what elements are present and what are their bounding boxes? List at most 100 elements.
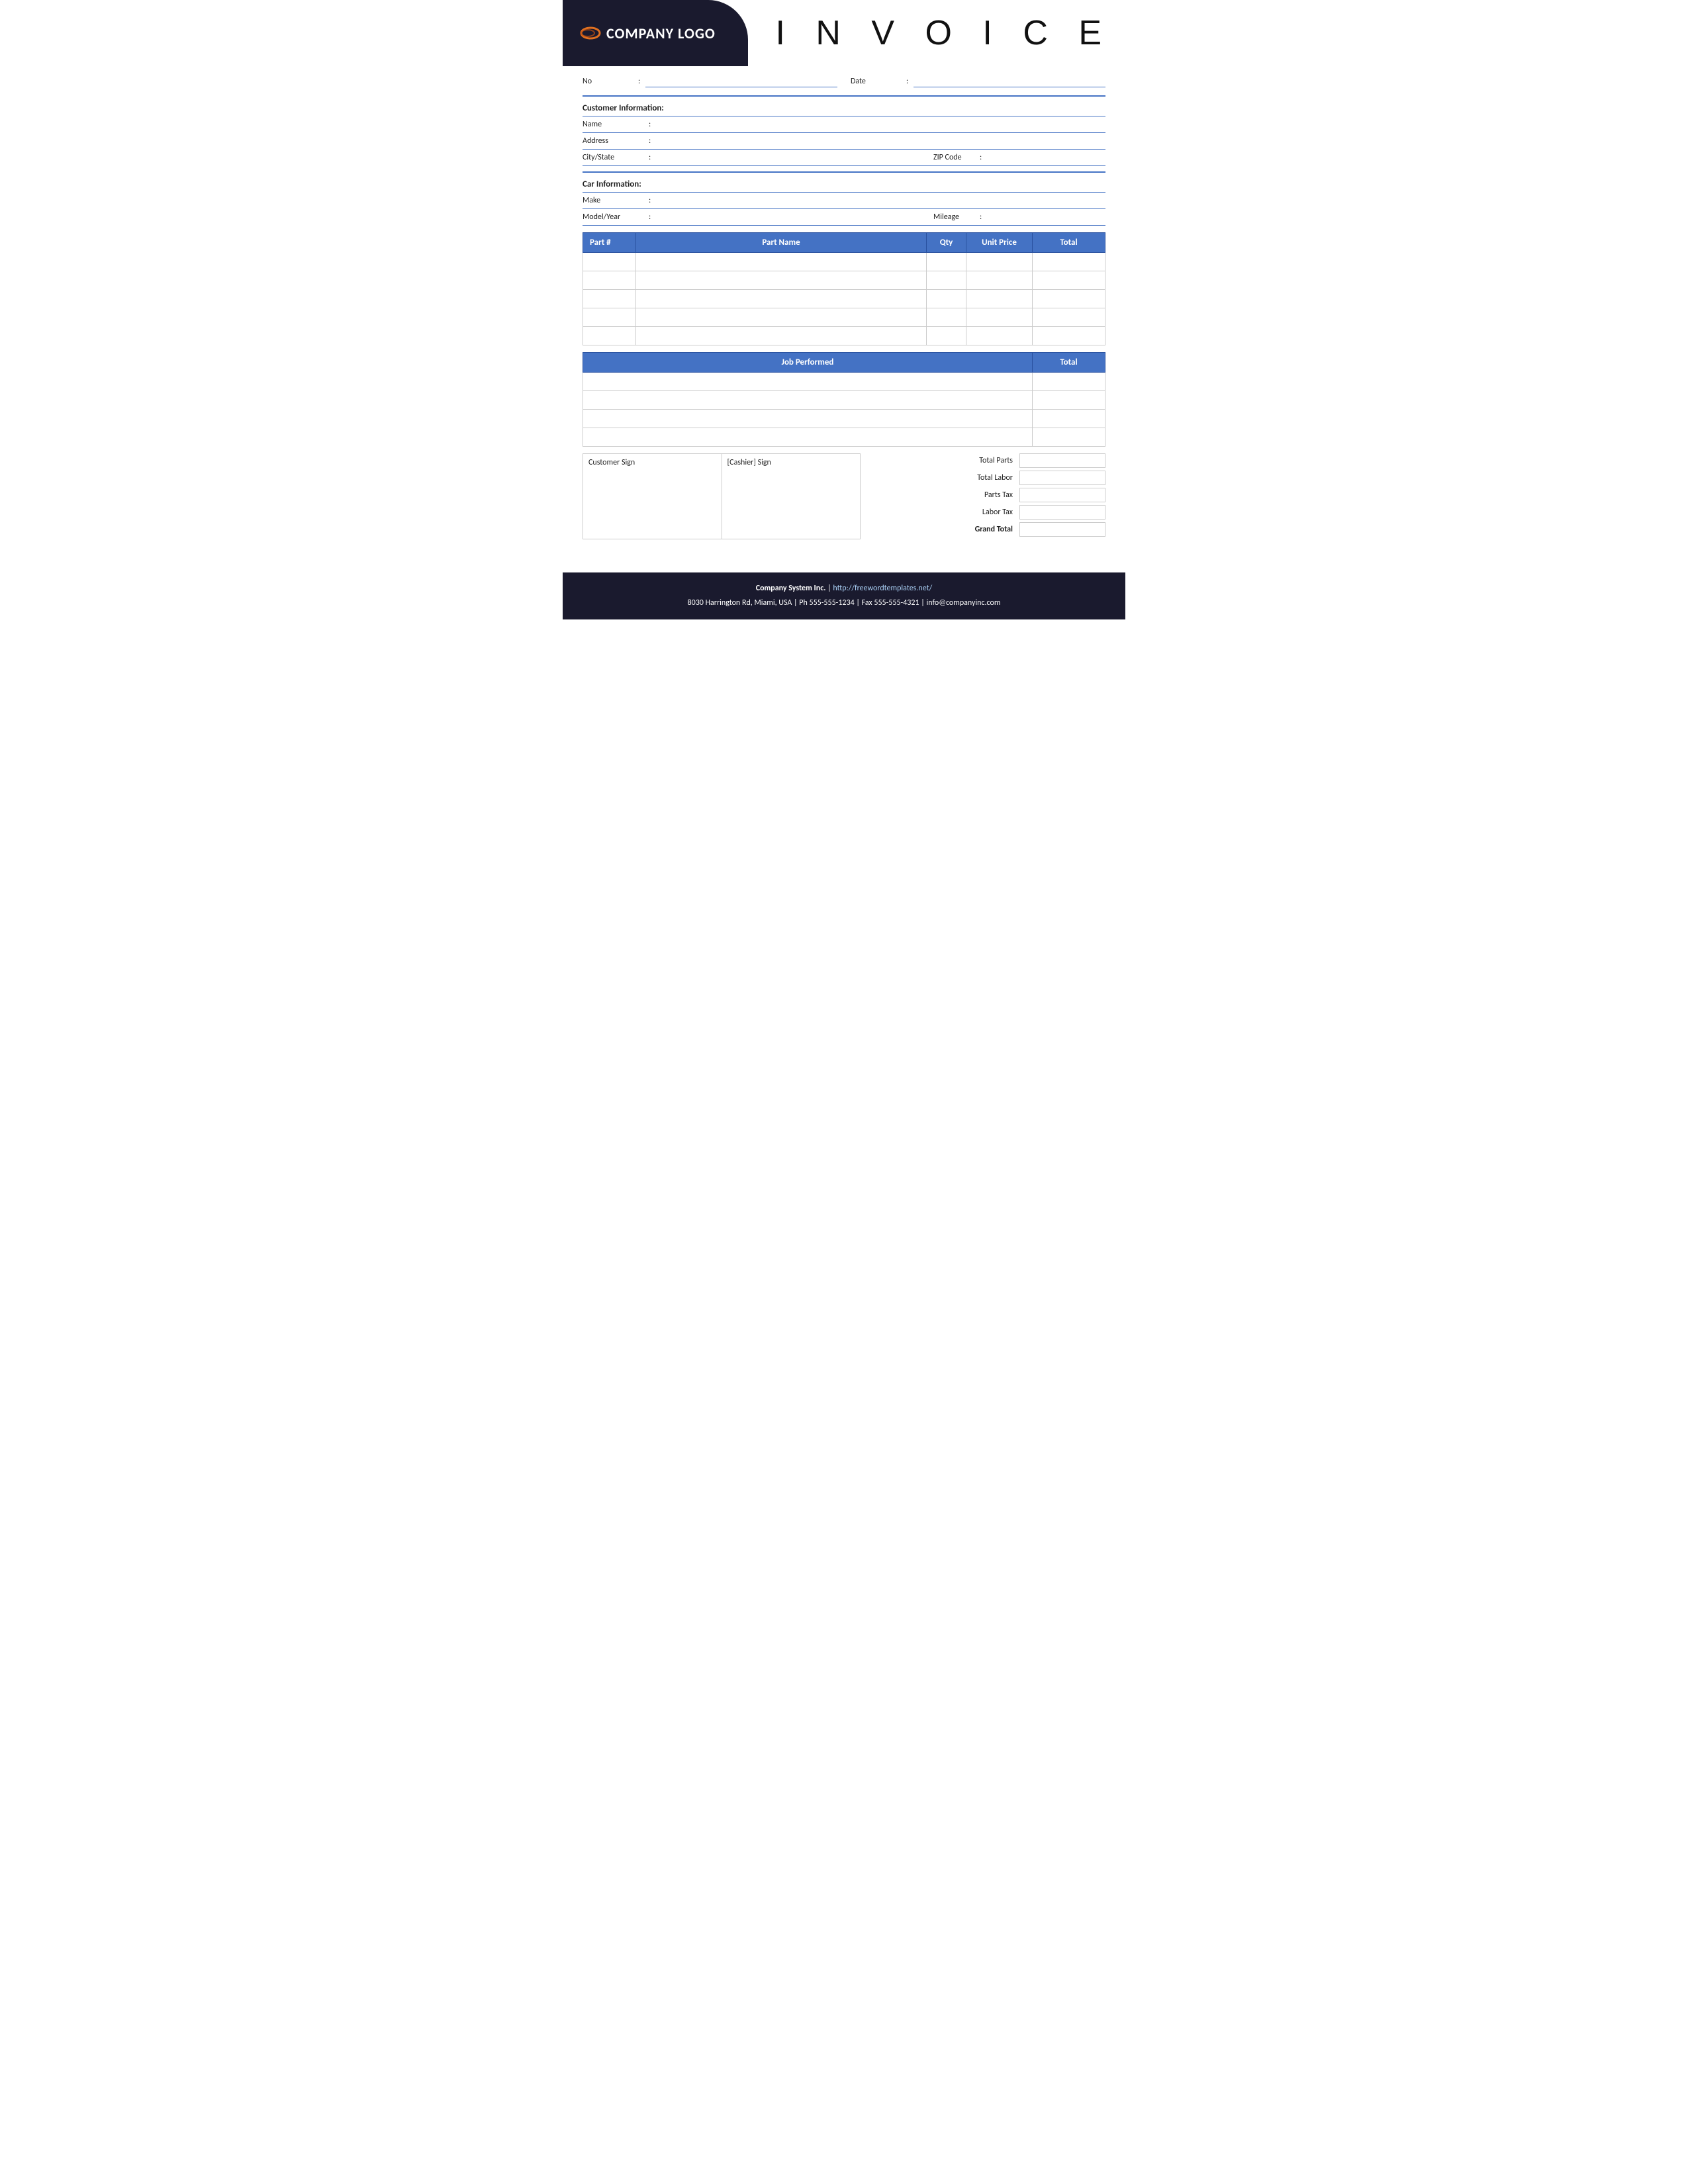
zip-code-label: ZIP Code [933, 153, 980, 162]
parts-row-2-qty [927, 271, 966, 290]
job-header-job: Job Performed [583, 353, 1033, 373]
job-row-1-job [583, 373, 1033, 391]
job-row-3 [583, 410, 1105, 428]
invoice-title-area: I N V O I C E [748, 0, 1125, 66]
parts-header-unit: Unit Price [966, 233, 1033, 253]
job-row-4-job [583, 428, 1033, 447]
model-mileage-row: Model/Year : Mileage : [583, 209, 1105, 226]
grand-total-row: Grand Total [874, 522, 1105, 537]
parts-row-5-unit [966, 327, 1033, 345]
parts-table-header-row: Part # Part Name Qty Unit Price Total [583, 233, 1105, 253]
parts-row-3-unit [966, 290, 1033, 308]
cashier-sign-block: [Cashier] Sign [722, 453, 861, 539]
parts-row-4-unit [966, 308, 1033, 327]
parts-header-qty: Qty [927, 233, 966, 253]
total-parts-row: Total Parts [874, 453, 1105, 468]
job-row-3-total [1033, 410, 1105, 428]
parts-row-5-name [636, 327, 927, 345]
parts-row-4-part [583, 308, 636, 327]
address-field: Address : [583, 134, 1105, 148]
total-labor-value [1019, 471, 1105, 485]
parts-row-2-total [1033, 271, 1105, 290]
model-year-label: Model/Year [583, 212, 649, 222]
model-year-field: Model/Year : [583, 210, 933, 224]
make-label: Make [583, 196, 649, 205]
parts-row-5-qty [927, 327, 966, 345]
parts-row-4-name [636, 308, 927, 327]
customer-info-title: Customer Information: [583, 103, 1105, 113]
parts-row-4 [583, 308, 1105, 327]
job-header-total: Total [1033, 353, 1105, 373]
bottom-section: Customer Sign [Cashier] Sign Total Parts… [583, 453, 1105, 539]
no-field: No : [583, 75, 837, 87]
parts-row-2-unit [966, 271, 1033, 290]
logo-swoosh-icon [576, 25, 601, 41]
zip-field: ZIP Code : [933, 151, 1105, 164]
parts-row-3-name [636, 290, 927, 308]
make-row: Make : [583, 192, 1105, 209]
grand-total-label: Grand Total [874, 525, 1019, 534]
job-row-1 [583, 373, 1105, 391]
parts-row-1-part [583, 253, 636, 271]
no-colon: : [638, 77, 640, 86]
parts-row-3-part [583, 290, 636, 308]
parts-row-1-unit [966, 253, 1033, 271]
parts-row-5-total [1033, 327, 1105, 345]
parts-row-5 [583, 327, 1105, 345]
parts-row-5-part [583, 327, 636, 345]
parts-row-4-qty [927, 308, 966, 327]
job-header-row: Job Performed Total [583, 353, 1105, 373]
no-date-row: No : Date : [583, 73, 1105, 90]
car-info-rows: Make : Model/Year : Mileage : [583, 192, 1105, 226]
parts-row-2-part [583, 271, 636, 290]
city-state-field: City/State : [583, 151, 933, 164]
address-label: Address [583, 136, 649, 146]
parts-row-3-total [1033, 290, 1105, 308]
cashier-sign-label: [Cashier] Sign [727, 458, 855, 467]
address-row: Address : [583, 133, 1105, 150]
no-label: No [583, 77, 635, 86]
invoice-title: I N V O I C E [776, 13, 1113, 53]
make-field: Make : [583, 194, 1105, 207]
parts-header-part: Part # [583, 233, 636, 253]
parts-row-1 [583, 253, 1105, 271]
parts-tax-value [1019, 488, 1105, 502]
job-table: Job Performed Total [583, 352, 1105, 447]
customer-sign-block: Customer Sign [583, 453, 722, 539]
date-field: Date : [851, 75, 1105, 87]
mileage-field: Mileage : [933, 210, 1105, 224]
total-parts-value [1019, 453, 1105, 468]
logo-area: COMPANY LOGO [563, 0, 748, 66]
parts-row-2-name [636, 271, 927, 290]
date-colon: : [906, 77, 908, 86]
parts-row-2 [583, 271, 1105, 290]
job-row-3-job [583, 410, 1033, 428]
divider-2 [583, 171, 1105, 173]
parts-row-4-total [1033, 308, 1105, 327]
labor-tax-row: Labor Tax [874, 505, 1105, 520]
parts-row-3 [583, 290, 1105, 308]
signatures: Customer Sign [Cashier] Sign [583, 453, 861, 539]
footer-company: Company System Inc. [756, 584, 826, 593]
job-row-2-total [1033, 391, 1105, 410]
parts-tax-label: Parts Tax [874, 490, 1019, 500]
footer-website[interactable]: http://freewordtemplates.net/ [833, 584, 932, 593]
content-area: No : Date : Customer Information: Name :… [563, 73, 1125, 559]
mileage-label: Mileage [933, 212, 980, 222]
customer-info-rows: Name : Address : City/State : ZIP Code : [583, 116, 1105, 166]
grand-total-value [1019, 522, 1105, 537]
parts-header-name: Part Name [636, 233, 927, 253]
footer: Company System Inc. | http://freewordtem… [563, 572, 1125, 619]
parts-row-1-name [636, 253, 927, 271]
company-logo: COMPANY LOGO [576, 24, 716, 42]
parts-row-1-qty [927, 253, 966, 271]
name-label: Name [583, 120, 649, 129]
total-labor-label: Total Labor [874, 473, 1019, 482]
name-row: Name : [583, 116, 1105, 133]
labor-tax-value [1019, 505, 1105, 520]
city-zip-row: City/State : ZIP Code : [583, 150, 1105, 166]
totals-section: Total Parts Total Labor Parts Tax Labor … [874, 453, 1105, 539]
name-field: Name : [583, 118, 1105, 131]
no-value-line [645, 75, 837, 87]
parts-header-total: Total [1033, 233, 1105, 253]
